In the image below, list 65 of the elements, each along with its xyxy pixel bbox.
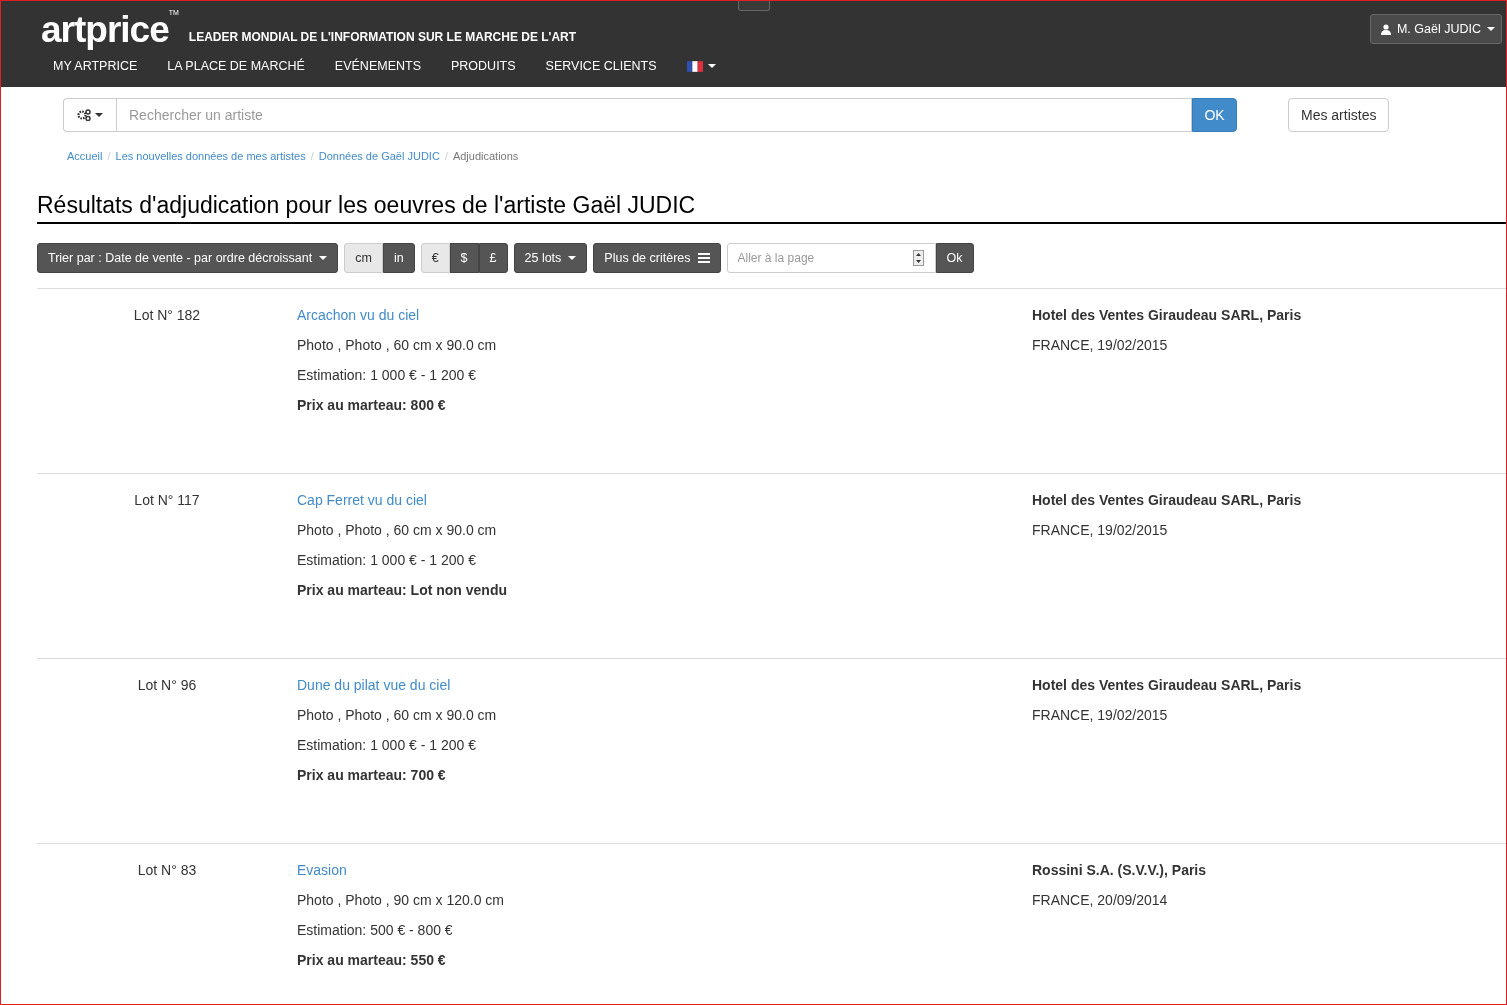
artwork-title-link[interactable]: Cap Ferret vu du ciel — [297, 492, 427, 508]
unit-toggle[interactable]: in — [382, 243, 415, 273]
sale-place-date: FRANCE, 20/09/2014 — [1032, 892, 1168, 908]
nav-link[interactable]: SERVICE CLIENTS — [545, 59, 657, 73]
breadcrumb-current-page: Adjudications — [452, 150, 519, 162]
lot-number: Lot N° 117 — [134, 492, 200, 508]
flag-icon — [686, 60, 703, 72]
auction-house: Rossini S.A. (S.V.V.), Paris — [1032, 862, 1207, 878]
search-field[interactable]: Rechercher un artiste — [116, 98, 1192, 132]
estimate: Estimation: 1 000 € - 1 200 € — [297, 367, 476, 383]
gears-icon — [77, 109, 91, 121]
nav-link[interactable]: EVÉNEMENTS — [334, 59, 421, 73]
sort-dropdown[interactable]: Trier par : Date de vente - par ordre décroissant — [37, 243, 339, 273]
language-dropdown[interactable] — [686, 60, 716, 72]
hammer-price: Prix au marteau: 800 € — [297, 397, 446, 413]
artwork-medium: Photo , Photo , 60 cm x 90.0 cm — [297, 337, 497, 353]
artwork-title-link[interactable]: Arcachon vu du ciel — [297, 307, 420, 323]
hammer-price: Prix au marteau: Lot non vendu — [297, 582, 508, 598]
estimate: Estimation: 1 000 € - 1 200 € — [297, 552, 476, 568]
search-button[interactable]: OK — [1192, 98, 1237, 132]
per-page-dropdown[interactable]: 25 lots — [513, 243, 588, 273]
nav-link[interactable]: MY ARTPRICE — [53, 59, 138, 73]
menu-icon — [697, 253, 710, 263]
page-title: Résultats d'adjudication pour les oeuvres de l'artiste Gaël JUDIC — [37, 192, 1506, 224]
lot-number: Lot N° 96 — [137, 677, 197, 693]
collapse-handle[interactable] — [738, 1, 770, 11]
my-artists-button[interactable]: Mes artistes — [1288, 98, 1390, 132]
currency-toggle[interactable]: £ — [478, 243, 508, 273]
tagline: LEADER MONDIAL DE L'INFORMATION SUR LE MARCHE DE L'ART — [188, 30, 577, 44]
lot-number: Lot N° 83 — [137, 862, 197, 878]
artwork-medium: Photo , Photo , 60 cm x 90.0 cm — [297, 522, 497, 538]
estimate: Estimation: 500 € - 800 € — [297, 922, 453, 938]
unit-toggle[interactable]: cm — [344, 243, 383, 273]
breadcrumb-link[interactable]: Accueil — [67, 150, 103, 162]
spinner-icon[interactable] — [912, 250, 924, 266]
hammer-price: Prix au marteau: 550 € — [297, 952, 446, 968]
hammer-price: Prix au marteau: 700 € — [297, 767, 446, 783]
user-menu-button[interactable]: M. Gaël JUDIC — [1369, 14, 1502, 44]
auction-house: Hotel des Ventes Giraudeau SARL, Paris — [1032, 307, 1302, 323]
artwork-title-link[interactable]: Evasion — [297, 862, 347, 878]
auction-house: Hotel des Ventes Giraudeau SARL, Paris — [1032, 677, 1302, 693]
breadcrumb-separator: / — [107, 150, 111, 162]
auction-house: Hotel des Ventes Giraudeau SARL, Paris — [1032, 492, 1302, 508]
breadcrumb-separator: / — [310, 150, 314, 162]
more-criteria-button[interactable]: Plus de critères — [593, 243, 721, 273]
estimate: Estimation: 1 000 € - 1 200 € — [297, 737, 476, 753]
page-number-field[interactable]: Aller à la page — [726, 243, 936, 273]
breadcrumb-link[interactable]: Les nouvelles données de mes artistes — [115, 150, 306, 162]
lot-number: Lot N° 182 — [133, 307, 201, 323]
breadcrumb-link[interactable]: Données de Gaël JUDIC — [318, 150, 440, 162]
breadcrumb-separator: / — [444, 150, 448, 162]
sale-place-date: FRANCE, 19/02/2015 — [1032, 337, 1168, 353]
currency-toggle[interactable]: $ — [449, 243, 479, 273]
go-to-page-button[interactable]: Ok — [935, 243, 974, 273]
sale-place-date: FRANCE, 19/02/2015 — [1032, 522, 1168, 538]
nav-link[interactable]: LA PLACE DE MARCHÉ — [167, 59, 305, 73]
user-icon — [1380, 23, 1391, 35]
sale-place-date: FRANCE, 19/02/2015 — [1032, 707, 1168, 723]
nav-link[interactable]: PRODUITS — [451, 59, 516, 73]
artwork-medium: Photo , Photo , 90 cm x 120.0 cm — [297, 892, 504, 908]
search-options-button[interactable] — [63, 98, 116, 132]
currency-toggle[interactable]: € — [420, 243, 450, 273]
artwork-title-link[interactable]: Dune du pilat vue du ciel — [297, 677, 451, 693]
caret-icon — [707, 64, 716, 68]
artwork-medium: Photo , Photo , 60 cm x 90.0 cm — [297, 707, 497, 723]
